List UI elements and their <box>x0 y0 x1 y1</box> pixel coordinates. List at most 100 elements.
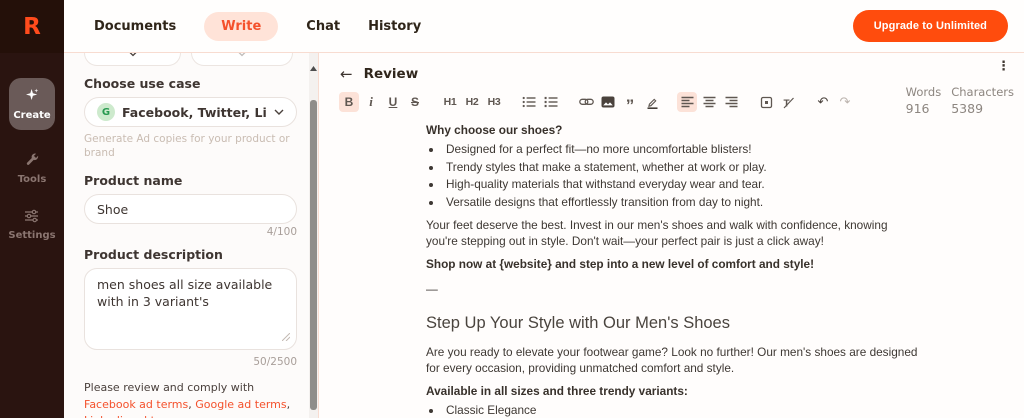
google-ad-terms-link[interactable]: Google ad terms <box>195 398 286 411</box>
list-item: Versatile designs that effortlessly tran… <box>443 194 918 210</box>
align-center-icon <box>703 96 716 108</box>
content-divider: — <box>426 281 918 297</box>
code-block-button[interactable] <box>756 92 776 112</box>
content-bullet-list: Designed for a perfect fit—no more uncom… <box>426 141 918 210</box>
sliders-icon <box>24 209 39 226</box>
use-case-helper: Generate Ad copies for your product or b… <box>84 133 297 160</box>
product-description-label: Product description <box>84 247 297 262</box>
logo[interactable]: R <box>0 0 64 53</box>
list-item: Trendy styles that make a statement, whe… <box>443 159 918 175</box>
list-item: High-quality materials that withstand ev… <box>443 176 918 192</box>
heading-2-button[interactable]: H2 <box>462 92 482 112</box>
chevron-down-icon <box>274 109 284 115</box>
truncated-select-left[interactable] <box>84 53 181 66</box>
characters-stat: Characters 5389 <box>951 85 1014 116</box>
nav-history[interactable]: History <box>368 19 421 34</box>
panel-divider <box>318 53 319 418</box>
undo-button[interactable]: ↶ <box>813 92 833 112</box>
words-value: 916 <box>906 101 942 116</box>
words-stat: Words 916 <box>906 85 942 116</box>
align-left-icon <box>681 96 694 108</box>
sparkles-icon <box>24 87 40 106</box>
align-left-button[interactable] <box>677 92 697 112</box>
underline-button[interactable]: U <box>383 92 403 112</box>
content-heading: Why choose our shoes? <box>426 122 918 138</box>
image-icon <box>601 96 615 108</box>
scroll-up-arrow-icon[interactable] <box>309 56 318 75</box>
nav-write[interactable]: Write <box>204 12 278 41</box>
editor-pane: ← Review ⋮ B i U S H1 H2 H3 <box>319 53 1024 418</box>
use-case-label: Choose use case <box>84 76 297 91</box>
upgrade-button[interactable]: Upgrade to Unlimited <box>853 10 1008 42</box>
kebab-menu-icon[interactable]: ⋮ <box>997 59 1010 74</box>
characters-label: Characters <box>951 85 1014 99</box>
scrollbar-thumb[interactable] <box>310 100 317 410</box>
unordered-list-button[interactable] <box>519 92 539 112</box>
content-cta: Shop now at {website} and step into a ne… <box>426 256 918 272</box>
clear-formatting-button[interactable]: T <box>778 92 798 112</box>
image-button[interactable] <box>598 92 618 112</box>
product-name-label: Product name <box>84 173 297 188</box>
highlight-pen-icon <box>646 96 659 109</box>
bold-button[interactable]: B <box>339 92 359 112</box>
truncated-select-right[interactable] <box>191 53 293 66</box>
unordered-list-icon <box>522 96 536 108</box>
main-nav: Documents Write Chat History <box>94 12 421 41</box>
truncated-selects <box>84 53 297 66</box>
words-label: Words <box>906 85 942 99</box>
rail-item-label: Create <box>13 110 50 121</box>
content-subheading: Step Up Your Style with Our Men's Shoes <box>426 312 918 334</box>
blockquote-button[interactable]: ” <box>620 92 640 112</box>
italic-button[interactable]: i <box>361 92 381 112</box>
rail-item-tools[interactable]: Tools <box>18 152 47 185</box>
panel-scrollbar[interactable] <box>309 53 318 418</box>
product-name-counter: 4/100 <box>84 226 297 238</box>
align-center-button[interactable] <box>699 92 719 112</box>
left-rail: Create Tools Settings <box>0 53 64 418</box>
use-case-value: Facebook, Twitter, Linked <box>122 105 267 120</box>
document-stats: Words 916 Characters 5389 <box>906 85 1014 116</box>
link-button[interactable] <box>576 92 596 112</box>
list-item: Designed for a perfect fit—no more uncom… <box>443 141 918 157</box>
ordered-list-button[interactable] <box>541 92 561 112</box>
use-case-badge-icon: G <box>97 103 115 121</box>
highlight-button[interactable] <box>642 92 662 112</box>
use-case-select[interactable]: G Facebook, Twitter, Linked <box>84 97 297 127</box>
resize-handle-icon[interactable] <box>282 326 290 345</box>
content-heading: Available in all sizes and three trendy … <box>426 383 918 399</box>
content-paragraph: Your feet deserve the best. Invest in ou… <box>426 217 918 249</box>
product-description-textarea[interactable]: men shoes all size available with in 3 v… <box>84 268 297 350</box>
strikethrough-button[interactable]: S <box>405 92 425 112</box>
product-description-counter: 50/2500 <box>84 356 297 368</box>
characters-value: 5389 <box>951 101 1014 116</box>
compliance-separator: , <box>287 398 291 411</box>
nav-chat[interactable]: Chat <box>306 19 340 34</box>
heading-1-button[interactable]: H1 <box>440 92 460 112</box>
topbar: Documents Write Chat History Upgrade to … <box>64 0 1024 53</box>
rail-item-label: Settings <box>8 230 55 241</box>
redo-button[interactable]: ↷ <box>835 92 855 112</box>
underline-glyph: U <box>389 95 398 109</box>
compliance-suffix: . <box>182 414 186 418</box>
product-name-input[interactable] <box>84 194 297 224</box>
logo-letter: R <box>23 14 41 40</box>
facebook-ad-terms-link[interactable]: Facebook ad terms <box>84 398 188 411</box>
nav-documents[interactable]: Documents <box>94 19 176 34</box>
linkedin-ad-terms-link[interactable]: Linkedin ad terms <box>84 414 182 418</box>
clear-formatting-icon: T <box>782 96 795 109</box>
ordered-list-icon <box>544 96 558 108</box>
use-case-panel: Choose use case G Facebook, Twitter, Lin… <box>64 53 309 418</box>
rail-item-settings[interactable]: Settings <box>8 209 55 241</box>
back-arrow-icon[interactable]: ← <box>340 67 353 82</box>
align-right-button[interactable] <box>721 92 741 112</box>
document-title: Review <box>364 66 419 82</box>
heading-3-button[interactable]: H3 <box>484 92 504 112</box>
rail-item-label: Tools <box>18 174 47 185</box>
compliance-prefix: Please review and comply with <box>84 381 254 394</box>
rail-item-create[interactable]: Create <box>9 78 55 130</box>
document-content[interactable]: Why choose our shoes? Designed for a per… <box>426 122 918 418</box>
list-item: Classic Elegance <box>443 402 918 418</box>
content-paragraph: Are you ready to elevate your footwear g… <box>426 344 918 376</box>
code-block-icon <box>760 96 773 109</box>
content-bullet-list: Classic Elegance Casual Chic Sporty Perf… <box>426 402 918 418</box>
